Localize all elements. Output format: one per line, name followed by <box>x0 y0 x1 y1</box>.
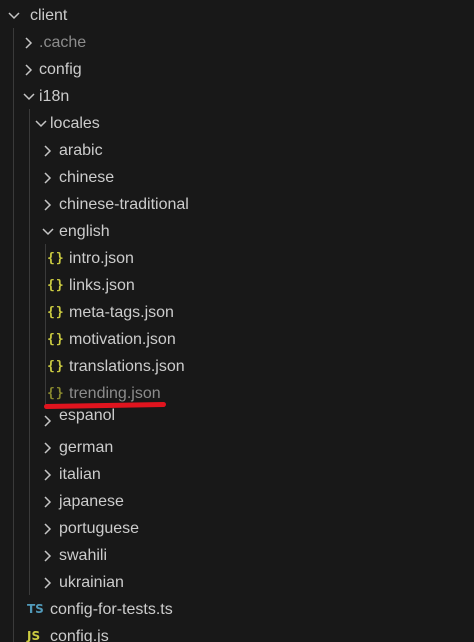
chevron-right-icon <box>21 29 37 56</box>
folder-label: swahili <box>59 547 108 564</box>
folder-english[interactable]: english <box>0 218 474 245</box>
file-label: motivation.json <box>69 331 176 348</box>
chevron-right-icon <box>40 164 56 191</box>
chevron-right-icon <box>40 191 56 218</box>
folder-label: chinese-traditional <box>59 196 189 213</box>
folder-espanol[interactable]: espanol <box>0 407 474 434</box>
folder-label: italian <box>59 466 101 483</box>
folder-label: i18n <box>39 88 70 105</box>
folder-label: locales <box>50 115 100 132</box>
json-file-icon: {} <box>47 332 65 347</box>
folder-german[interactable]: german <box>0 434 474 461</box>
folder-label: arabic <box>59 142 103 159</box>
file-motivation-json[interactable]: {} motivation.json <box>0 326 474 353</box>
folder-ukrainian[interactable]: ukrainian <box>0 569 474 596</box>
chevron-right-icon <box>40 515 56 542</box>
folder-swahili[interactable]: swahili <box>0 542 474 569</box>
folder-label: german <box>59 439 114 456</box>
file-label: links.json <box>69 277 135 294</box>
folder-chinese[interactable]: chinese <box>0 164 474 191</box>
folder-config[interactable]: config <box>0 56 474 83</box>
folder-label: english <box>59 223 110 240</box>
file-meta-tags-json[interactable]: {} meta-tags.json <box>0 299 474 326</box>
folder-chinese-traditional[interactable]: chinese-traditional <box>0 191 474 218</box>
json-file-icon: {} <box>47 278 65 293</box>
folder-i18n[interactable]: i18n <box>0 83 474 110</box>
folder-arabic[interactable]: arabic <box>0 137 474 164</box>
folder-cache[interactable]: .cache <box>0 29 474 56</box>
folder-label: chinese <box>59 169 115 186</box>
chevron-right-icon <box>40 488 56 515</box>
file-label: translations.json <box>69 358 185 375</box>
chevron-down-icon <box>6 2 22 29</box>
folder-label: ukrainian <box>59 574 124 591</box>
chevron-down-icon <box>33 110 49 137</box>
chevron-right-icon <box>40 137 56 164</box>
folder-italian[interactable]: italian <box>0 461 474 488</box>
chevron-down-icon <box>21 83 37 110</box>
file-label: intro.json <box>69 250 134 267</box>
folder-japanese[interactable]: japanese <box>0 488 474 515</box>
folder-label: .cache <box>39 34 87 51</box>
file-label: config-for-tests.ts <box>50 601 173 618</box>
file-intro-json[interactable]: {} intro.json <box>0 245 474 272</box>
file-links-json[interactable]: {} links.json <box>0 272 474 299</box>
file-explorer-tree: client .cache config i18n locales arabic <box>0 0 474 642</box>
json-file-icon: {} <box>47 359 65 374</box>
json-file-icon: {} <box>47 305 65 320</box>
folder-label: portuguese <box>59 520 140 537</box>
file-translations-json[interactable]: {} translations.json <box>0 353 474 380</box>
file-config-for-tests-ts[interactable]: TS config-for-tests.ts <box>0 596 474 623</box>
chevron-right-icon <box>21 56 37 83</box>
folder-label: config <box>39 61 82 78</box>
file-label: config.js <box>50 628 109 642</box>
folder-portuguese[interactable]: portuguese <box>0 515 474 542</box>
chevron-down-icon <box>40 218 56 245</box>
chevron-right-icon <box>40 542 56 569</box>
folder-client[interactable]: client <box>0 2 474 29</box>
chevron-right-icon <box>40 569 56 596</box>
folder-label: client <box>30 7 68 24</box>
chevron-right-icon <box>40 407 56 434</box>
folder-label: japanese <box>59 493 124 510</box>
chevron-right-icon <box>40 434 56 461</box>
javascript-file-icon: JS <box>27 629 41 642</box>
typescript-file-icon: TS <box>27 602 44 616</box>
folder-locales[interactable]: locales <box>0 110 474 137</box>
file-config-js[interactable]: JS config.js <box>0 623 474 642</box>
file-label: meta-tags.json <box>69 304 174 321</box>
json-file-icon: {} <box>47 251 65 266</box>
chevron-right-icon <box>40 461 56 488</box>
